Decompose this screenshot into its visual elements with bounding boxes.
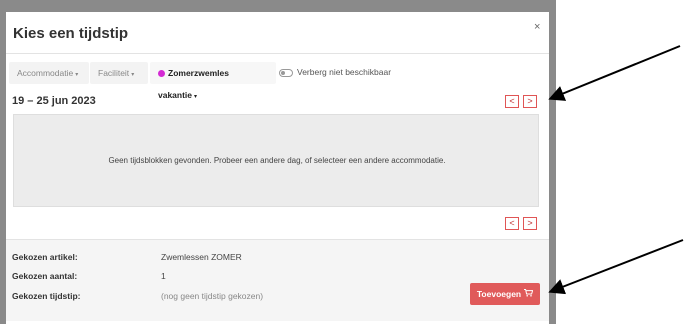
add-button[interactable]: Toevoegen xyxy=(470,283,540,305)
chevron-down-icon: ▾ xyxy=(131,72,135,78)
selection-summary: Gekozen artikel: Zwemlessen ZOMER Gekoze… xyxy=(6,239,549,321)
close-button[interactable]: × xyxy=(534,21,540,33)
add-button-label: Toevoegen xyxy=(476,289,522,299)
annotation-arrow-add-button xyxy=(548,239,684,295)
prev-week-button-bottom[interactable]: < xyxy=(505,217,519,230)
cart-icon xyxy=(524,283,534,305)
timeslot-panel: Geen tijdsblokken gevonden. Probeer een … xyxy=(13,114,539,207)
chosen-time-value: (nog geen tijdstip gekozen) xyxy=(161,291,264,301)
toggle-knob xyxy=(281,71,285,75)
accommodation-dropdown[interactable]: Accommodatie ▾ xyxy=(9,62,89,84)
chosen-amount-label: Gekozen aantal: xyxy=(12,271,78,281)
accommodation-dropdown-label: Accommodatie xyxy=(17,68,74,78)
hide-unavailable-toggle[interactable] xyxy=(279,69,293,77)
facility-dropdown-label: Faciliteit xyxy=(98,68,130,78)
facility-dropdown[interactable]: Faciliteit ▾ xyxy=(90,62,148,84)
prev-week-button[interactable]: < xyxy=(505,95,519,108)
week-range-label: 19 – 25 jun 2023 xyxy=(12,95,96,107)
activity-dropdown[interactable]: Zomerzwemles vakantie ▾ xyxy=(150,62,276,100)
chosen-time-label: Gekozen tijdstip: xyxy=(12,291,81,301)
filter-bar: Accommodatie ▾ Faciliteit ▾ Zomerzwemles v… xyxy=(6,62,549,100)
empty-message: Geen tijdsblokken gevonden. Probeer een … xyxy=(108,156,446,165)
activity-color-dot-icon xyxy=(158,69,165,77)
chosen-article-value: Zwemlessen ZOMER xyxy=(161,252,242,262)
modal-backdrop-right xyxy=(549,0,556,324)
modal-title: Kies een tijdstip xyxy=(13,25,129,42)
modal-header: Kies een tijdstip × xyxy=(6,13,549,54)
chosen-article-label: Gekozen artikel: xyxy=(12,252,78,262)
next-week-button-bottom[interactable]: > xyxy=(523,217,537,230)
next-week-button[interactable]: > xyxy=(523,95,537,108)
modal-backdrop-top xyxy=(0,0,556,12)
hide-unavailable-label: Verberg niet beschikbaar xyxy=(297,67,392,77)
choose-time-modal: Kies een tijdstip × Accommodatie ▾ Facili… xyxy=(6,13,549,321)
chosen-amount-value: 1 xyxy=(161,271,166,281)
chevron-down-icon: ▾ xyxy=(194,94,198,100)
chevron-down-icon: ▾ xyxy=(75,72,79,78)
annotation-arrow-next-week xyxy=(548,45,681,101)
